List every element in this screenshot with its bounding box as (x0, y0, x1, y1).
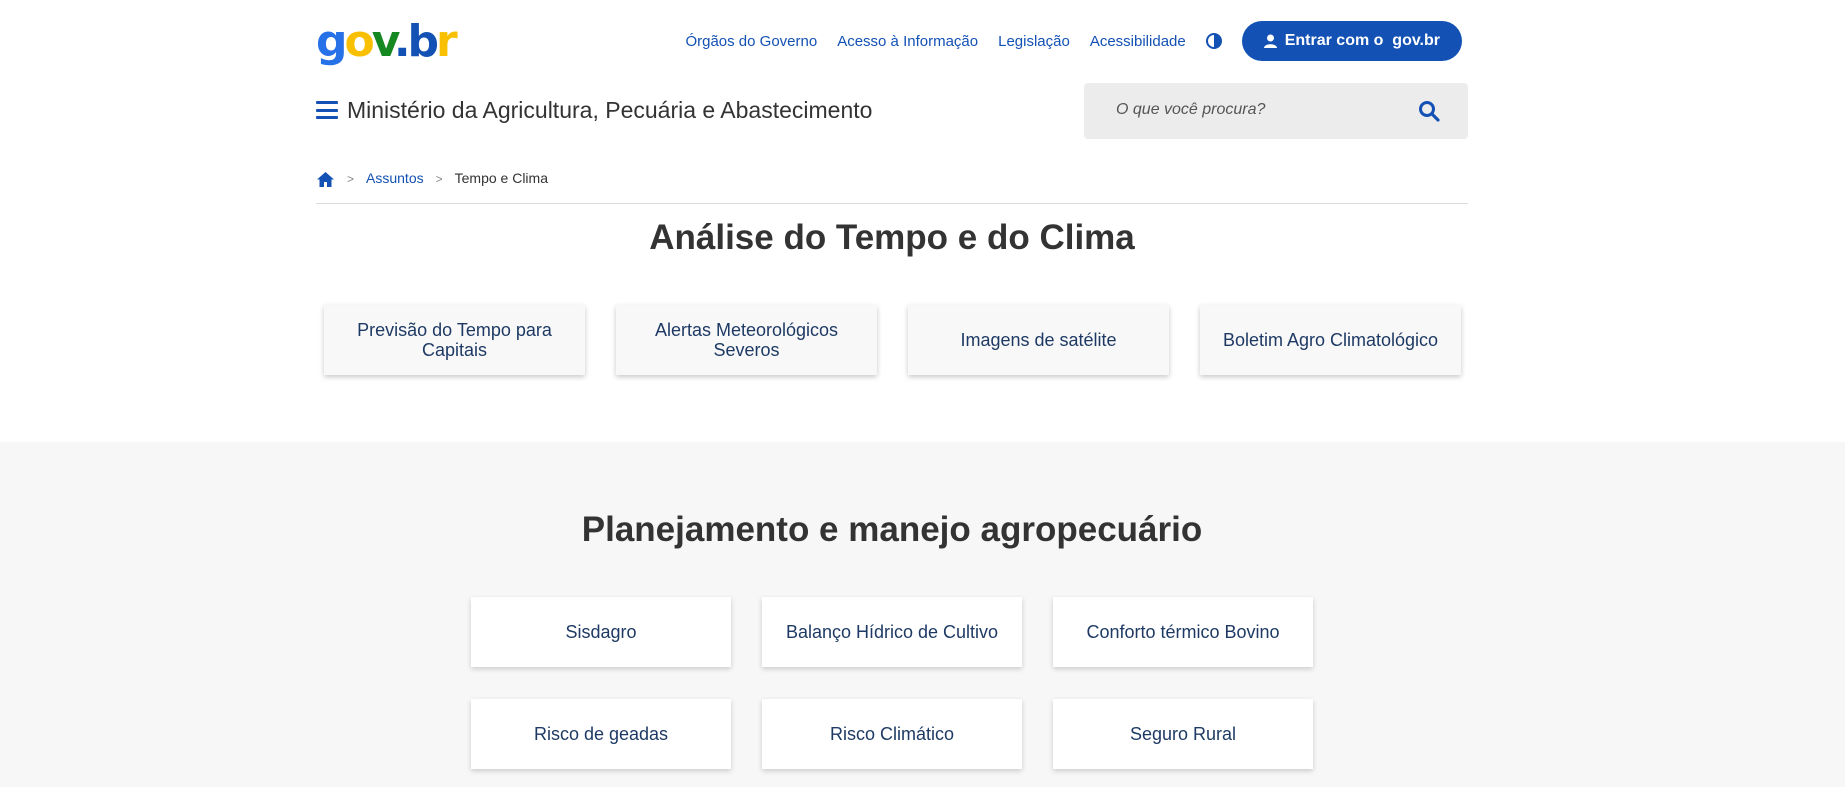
tempo-clima-cards: Previsão do Tempo para Capitais Alertas … (324, 305, 1461, 375)
header-top: gov.br Órgãos do Governo Acesso à Inform… (316, 20, 1468, 64)
link-acessibilidade[interactable]: Acessibilidade (1090, 33, 1186, 50)
link-acesso-a-informacao[interactable]: Acesso à Informação (837, 33, 978, 50)
card-imagens-satelite[interactable]: Imagens de satélite (908, 305, 1169, 375)
search-box (1084, 83, 1468, 139)
logo-dot: . (393, 16, 411, 67)
logo-letter-r: r (436, 16, 458, 67)
card-risco-geadas[interactable]: Risco de geadas (471, 699, 731, 769)
breadcrumb: > Assuntos > Tempo e Clima (316, 170, 1468, 204)
user-icon (1263, 34, 1277, 48)
card-previsao-tempo[interactable]: Previsão do Tempo para Capitais (324, 305, 585, 375)
card-risco-climatico[interactable]: Risco Climático (762, 699, 1022, 769)
link-orgaos-do-governo[interactable]: Órgãos do Governo (685, 33, 817, 50)
logo-letter-g: g (316, 16, 347, 67)
logo-letter-o: o (344, 16, 375, 67)
hamburger-menu-icon[interactable] (316, 101, 338, 119)
link-legislacao[interactable]: Legislação (998, 33, 1070, 50)
org-title[interactable]: Ministério da Agricultura, Pecuária e Ab… (347, 97, 872, 124)
search-icon[interactable] (1418, 100, 1440, 122)
top-links: Órgãos do Governo Acesso à Informação Le… (685, 20, 1462, 62)
card-alertas-meteorologicos[interactable]: Alertas Meteorológicos Severos (616, 305, 877, 375)
breadcrumb-separator: > (435, 172, 443, 186)
logo-letter-v: v (371, 16, 397, 67)
section-title-tempo-clima: Análise do Tempo e do Clima (649, 218, 1135, 257)
card-conforto-termico[interactable]: Conforto térmico Bovino (1053, 597, 1313, 667)
govbr-logo[interactable]: gov.br (316, 20, 458, 64)
section-title-planejamento: Planejamento e manejo agropecuário (581, 510, 1203, 549)
home-icon[interactable] (316, 171, 335, 188)
planejamento-cards: Sisdagro Balanço Hídrico de Cultivo Conf… (471, 597, 1314, 769)
login-label: Entrar com o gov.br (1284, 32, 1440, 49)
search-input[interactable] (1116, 101, 1416, 119)
card-seguro-rural[interactable]: Seguro Rural (1053, 699, 1313, 769)
contrast-toggle-icon[interactable] (1205, 33, 1222, 49)
login-button[interactable]: Entrar com o gov.br (1241, 21, 1462, 61)
header-main: Ministério da Agricultura, Pecuária e Ab… (316, 83, 1468, 139)
breadcrumb-current: Tempo e Clima (454, 170, 548, 186)
card-balanco-hidrico[interactable]: Balanço Hídrico de Cultivo (762, 597, 1022, 667)
breadcrumb-separator: > (347, 172, 355, 186)
breadcrumb-assuntos[interactable]: Assuntos (366, 170, 424, 186)
card-boletim-agro[interactable]: Boletim Agro Climatológico (1200, 305, 1461, 375)
logo-letter-b: b (407, 16, 439, 67)
card-sisdagro[interactable]: Sisdagro (471, 597, 731, 667)
